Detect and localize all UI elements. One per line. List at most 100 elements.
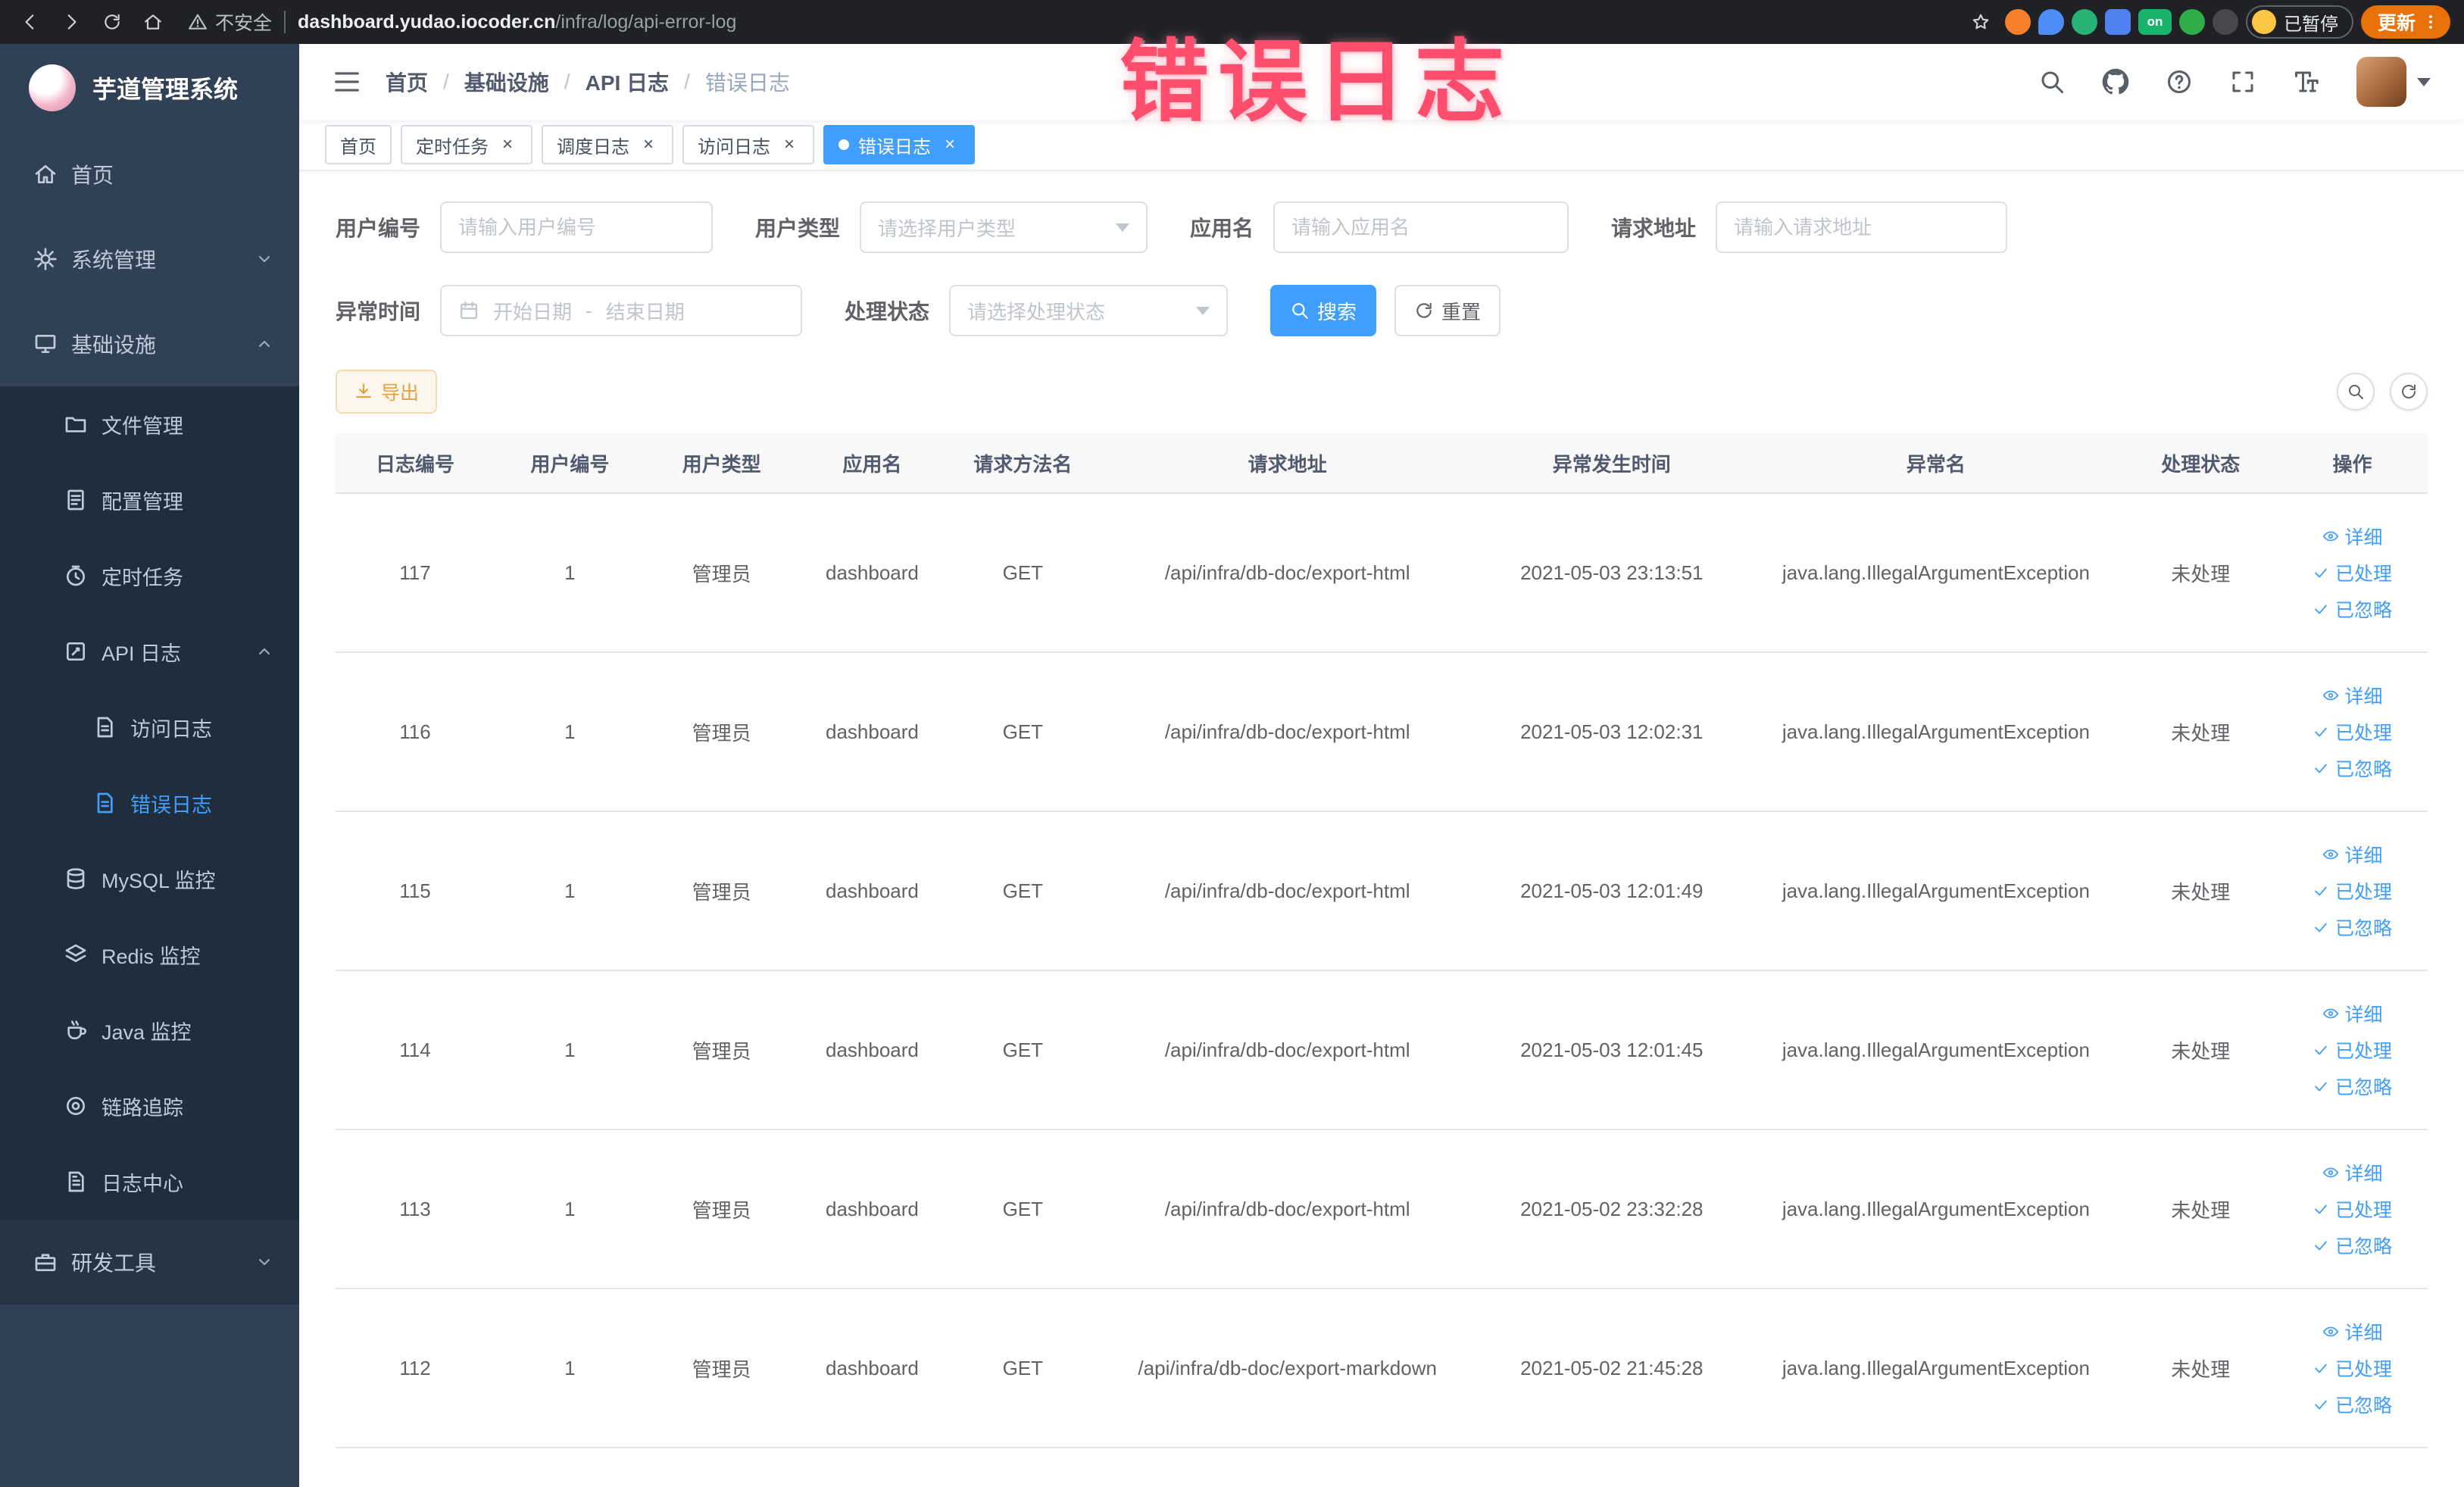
cell-actions: 详细 已处理 已忽略 xyxy=(2277,1000,2428,1100)
extension-icon[interactable] xyxy=(2212,9,2238,35)
close-icon[interactable]: × xyxy=(779,135,799,155)
help-icon[interactable] xyxy=(2166,68,2193,95)
forward-button[interactable] xyxy=(55,5,88,39)
sidebar-item[interactable]: 访问日志 xyxy=(0,689,299,765)
processed-link[interactable]: 已处理 xyxy=(2313,559,2392,586)
table-row: 115 1 管理员 dashboard GET/api/infra/db-doc/exp… xyxy=(336,812,2428,971)
status-select[interactable]: 请选择处理状态 xyxy=(949,285,1229,336)
processed-link[interactable]: 已处理 xyxy=(2313,1354,2392,1382)
cell-method: GET xyxy=(1002,561,1044,584)
extension-icon[interactable] xyxy=(2071,9,2097,35)
extension-icon[interactable] xyxy=(2178,9,2205,35)
detail-link[interactable]: 详细 xyxy=(2322,1000,2383,1027)
sidebar-item[interactable]: 文件管理 xyxy=(0,386,299,462)
sidebar-item[interactable]: 基础设施 xyxy=(0,301,299,386)
refresh-table-button[interactable] xyxy=(2390,373,2428,411)
detail-link[interactable]: 详细 xyxy=(2322,1318,2383,1345)
sidebar-item-label: 日志中心 xyxy=(101,1172,183,1195)
browser-update-button[interactable]: 更新 xyxy=(2360,5,2450,39)
detail-link[interactable]: 详细 xyxy=(2322,682,2383,709)
column-header: 用户类型 xyxy=(682,452,761,476)
ignored-link[interactable]: 已忽略 xyxy=(2313,1232,2392,1259)
extension-icon[interactable]: on xyxy=(2138,9,2172,35)
user-type-select[interactable]: 请选择用户类型 xyxy=(860,201,1148,253)
tab[interactable]: 错误日志 × xyxy=(823,125,975,164)
breadcrumb-item[interactable]: 首页 xyxy=(386,67,428,97)
extension-icon[interactable] xyxy=(2004,9,2031,35)
app-logo[interactable]: 芋道管理系统 xyxy=(0,44,299,132)
sidebar-item[interactable]: Java 监控 xyxy=(0,992,299,1068)
tab[interactable]: 调度日志 × xyxy=(542,125,673,164)
sidebar-menu: 首页 系统管理基础设施文件管理 配置管理 定时任务 API 日志访问日志错误日志 MySQ… xyxy=(0,132,299,1487)
request-url-input[interactable] xyxy=(1716,201,2008,253)
sidebar-item[interactable]: 错误日志 xyxy=(0,765,299,841)
address-bar[interactable]: 不安全 dashboard.yudao.iocoder.cn/infra/log… xyxy=(188,8,736,36)
detail-link[interactable]: 详细 xyxy=(2322,841,2383,868)
chevron-down-icon xyxy=(255,1253,273,1271)
export-button[interactable]: 导出 xyxy=(336,370,438,414)
bookmark-star-icon[interactable] xyxy=(1964,5,1997,39)
app-name-input[interactable] xyxy=(1273,201,1569,253)
sidebar-item[interactable]: 系统管理 xyxy=(0,217,299,301)
ignored-link[interactable]: 已忽略 xyxy=(2313,595,2392,623)
check-icon xyxy=(2313,1396,2329,1413)
processed-link[interactable]: 已处理 xyxy=(2313,1036,2392,1064)
calendar-icon xyxy=(458,300,479,321)
sidebar-item-label: 访问日志 xyxy=(130,717,212,741)
ignored-link[interactable]: 已忽略 xyxy=(2313,1073,2392,1100)
sidebar-item[interactable]: API 日志 xyxy=(0,614,299,689)
close-icon[interactable]: × xyxy=(940,135,960,155)
kebab-menu-icon[interactable] xyxy=(2422,13,2440,31)
ignored-link[interactable]: 已忽略 xyxy=(2313,754,2392,782)
cell-user-id: 1 xyxy=(564,1356,576,1379)
extension-icon[interactable] xyxy=(2104,9,2131,35)
cell-exception: java.lang.IllegalArgumentException xyxy=(1782,879,2090,902)
browser-home-button[interactable] xyxy=(136,5,170,39)
extension-icon[interactable] xyxy=(2038,9,2064,35)
address-divider xyxy=(284,11,286,33)
folder-icon xyxy=(64,412,88,436)
sidebar-item[interactable]: 配置管理 xyxy=(0,462,299,538)
sidebar-item[interactable]: 研发工具 xyxy=(0,1220,299,1304)
reset-button[interactable]: 重置 xyxy=(1394,285,1501,336)
processed-link[interactable]: 已处理 xyxy=(2313,1195,2392,1223)
sidebar-item[interactable]: 链路追踪 xyxy=(0,1068,299,1144)
user-avatar[interactable] xyxy=(2356,57,2431,107)
ignored-link[interactable]: 已忽略 xyxy=(2313,1391,2392,1418)
layers-icon xyxy=(64,942,88,967)
sidebar-toggle-button[interactable] xyxy=(333,67,361,96)
ignored-link[interactable]: 已忽略 xyxy=(2313,914,2392,941)
back-button[interactable] xyxy=(14,5,47,39)
font-size-icon[interactable] xyxy=(2293,68,2320,95)
processed-link[interactable]: 已处理 xyxy=(2313,718,2392,745)
tab[interactable]: 定时任务 × xyxy=(401,125,532,164)
profile-paused-badge[interactable]: 已暂停 xyxy=(2245,5,2353,39)
search-button[interactable]: 搜索 xyxy=(1270,285,1377,336)
sidebar-item-label: 基础设施 xyxy=(71,333,157,357)
breadcrumb-item[interactable]: API 日志 xyxy=(586,67,669,97)
breadcrumb-item[interactable]: 基础设施 xyxy=(464,67,549,97)
toggle-search-button[interactable] xyxy=(2337,373,2375,411)
tab[interactable]: 访问日志 × xyxy=(682,125,814,164)
eye-icon xyxy=(2322,528,2339,545)
cell-actions: 详细 已处理 已忽略 xyxy=(2277,523,2428,623)
sidebar-item[interactable]: Redis 监控 xyxy=(0,917,299,992)
reload-button[interactable] xyxy=(95,5,129,39)
close-icon[interactable]: × xyxy=(498,135,517,155)
detail-link[interactable]: 详细 xyxy=(2322,523,2383,550)
search-icon[interactable] xyxy=(2038,68,2066,95)
exception-time-range[interactable]: 开始日期 - 结束日期 xyxy=(440,285,803,336)
sidebar-item[interactable]: 首页 xyxy=(0,132,299,217)
detail-link[interactable]: 详细 xyxy=(2322,1159,2383,1186)
tab[interactable]: 首页 xyxy=(325,125,392,164)
fullscreen-icon[interactable] xyxy=(2229,68,2256,95)
processed-link[interactable]: 已处理 xyxy=(2313,877,2392,904)
github-icon[interactable] xyxy=(2102,68,2129,95)
sidebar-item[interactable]: 定时任务 xyxy=(0,538,299,614)
close-icon[interactable]: × xyxy=(639,135,658,155)
tab-label: 错误日志 xyxy=(858,136,931,158)
sidebar-item[interactable]: MySQL 监控 xyxy=(0,841,299,917)
sidebar-item[interactable]: 日志中心 xyxy=(0,1144,299,1220)
cell-status: 未处理 xyxy=(2171,1039,2231,1063)
user-id-input[interactable] xyxy=(440,201,714,253)
